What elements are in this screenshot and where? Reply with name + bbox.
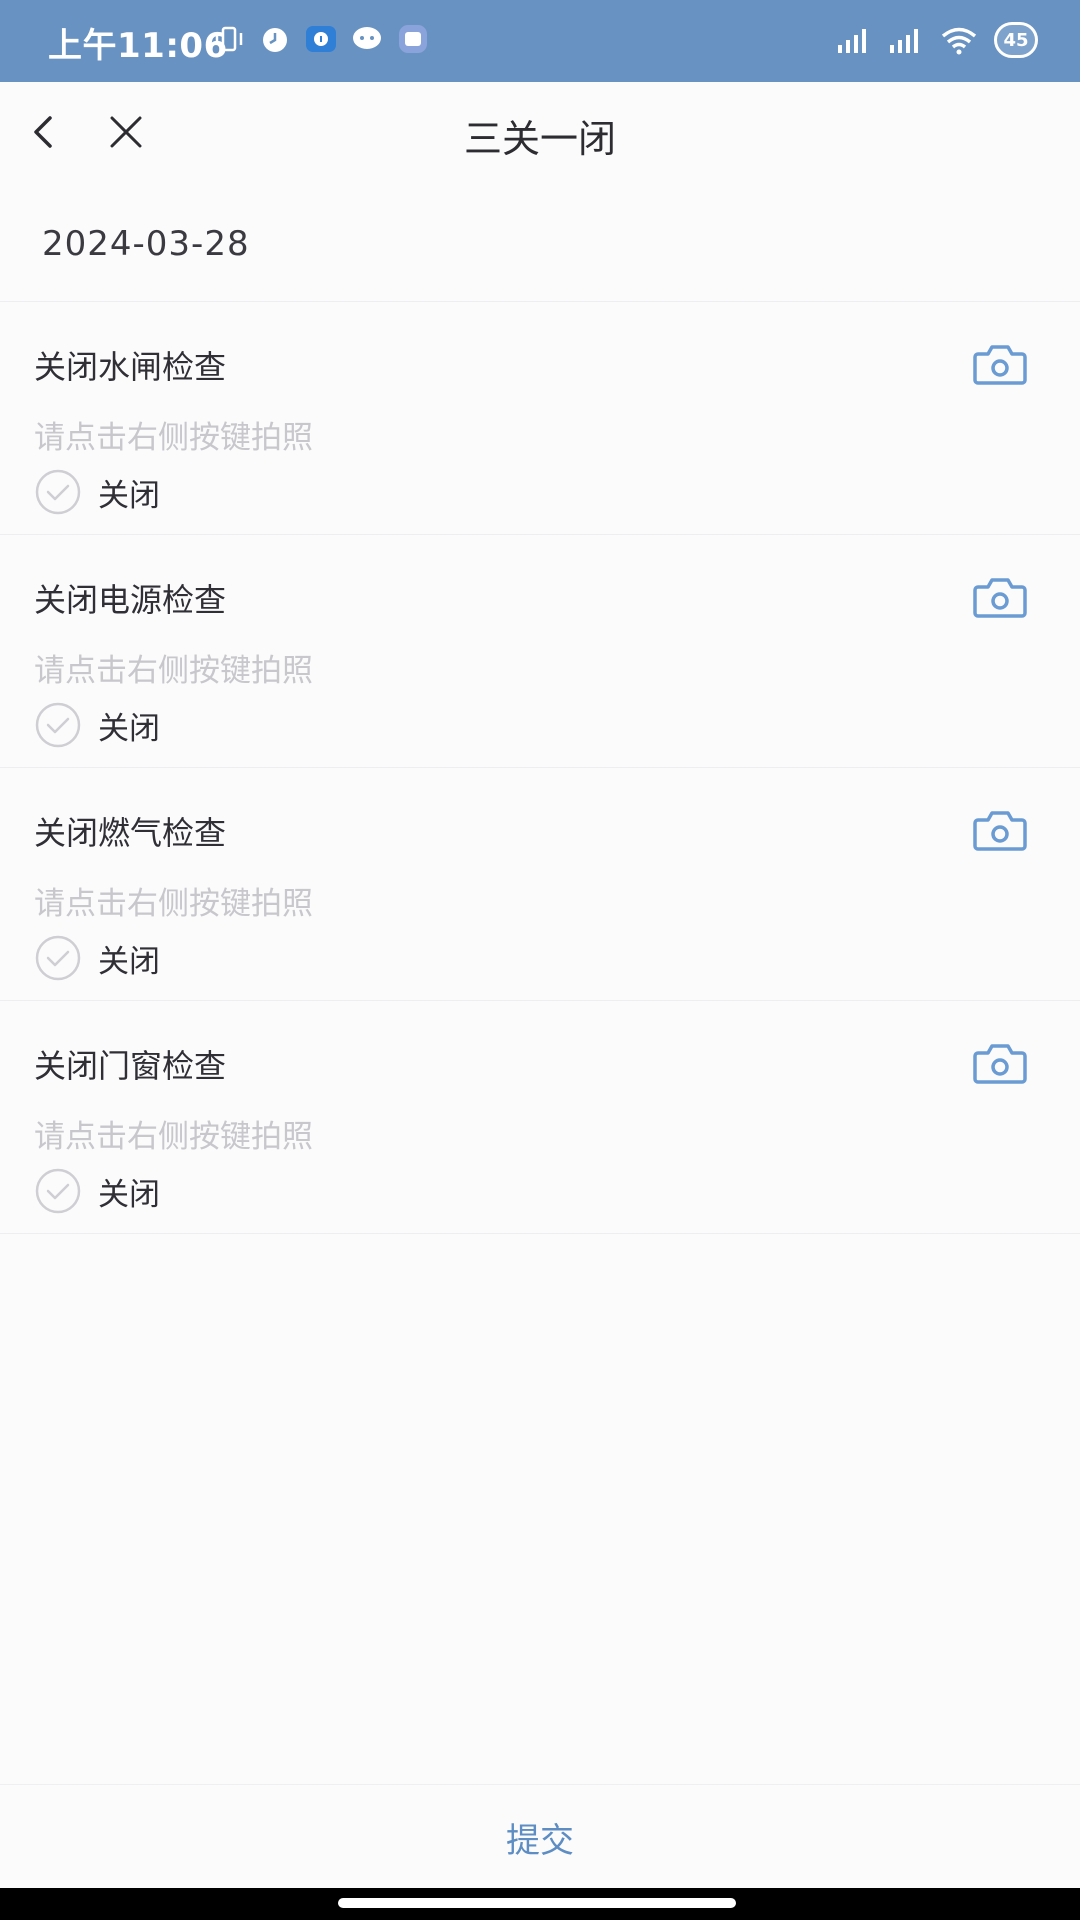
list-item: 关闭电源检查 请点击右侧按键拍照 关闭	[0, 535, 1080, 768]
status-right-icons: 45	[836, 22, 1038, 58]
signal-icon	[838, 29, 866, 53]
check-circle-icon	[35, 469, 81, 515]
battery-indicator: 45	[994, 22, 1038, 58]
list-item: 关闭燃气检查 请点击右侧按键拍照 关闭	[0, 768, 1080, 1001]
camera-icon[interactable]	[972, 808, 1028, 852]
status-left-icons	[212, 22, 430, 56]
page-title: 三关一闭	[463, 117, 616, 161]
home-indicator[interactable]	[338, 1898, 736, 1908]
status-time: 上午11:06	[48, 26, 228, 66]
item-title: 关闭门窗检查	[34, 1047, 227, 1085]
date-value: 2024-03-28	[42, 224, 250, 264]
footer-bar: 提交	[0, 1784, 1080, 1888]
battery-level: 45	[1003, 29, 1029, 51]
checkbox-label: 关闭	[98, 943, 160, 980]
app-notification-icon	[306, 26, 336, 52]
item-title: 关闭燃气检查	[34, 814, 227, 852]
item-title: 关闭电源检查	[34, 581, 227, 619]
check-circle-icon	[35, 1168, 81, 1214]
close-checkbox[interactable]: 关闭	[34, 468, 160, 516]
item-title: 关闭水闸检查	[34, 348, 227, 386]
close-checkbox[interactable]: 关闭	[34, 1167, 160, 1215]
alarm-icon	[263, 28, 287, 52]
gesture-bar	[0, 1888, 1080, 1920]
list-item: 关闭门窗检查 请点击右侧按键拍照 关闭	[0, 1001, 1080, 1234]
app-badge-icon	[399, 25, 427, 53]
close-checkbox[interactable]: 关闭	[34, 701, 160, 749]
status-bar: 上午11:06 45	[0, 0, 1080, 82]
date-row[interactable]: 2024-03-28	[0, 182, 1080, 302]
list-item: 关闭水闸检查 请点击右侧按键拍照 关闭	[0, 302, 1080, 535]
camera-icon[interactable]	[972, 575, 1028, 619]
photo-hint: 请点击右侧按键拍照	[34, 1119, 313, 1155]
signal-icon	[890, 29, 918, 53]
nav-bar: 三关一闭	[0, 82, 1080, 182]
camera-icon[interactable]	[972, 342, 1028, 386]
camera-icon[interactable]	[972, 1041, 1028, 1085]
checkbox-label: 关闭	[98, 1176, 160, 1213]
chat-icon	[353, 27, 381, 49]
photo-hint: 请点击右侧按键拍照	[34, 886, 313, 922]
photo-hint: 请点击右侧按键拍照	[34, 653, 313, 689]
vibrate-icon	[215, 26, 243, 52]
checkbox-label: 关闭	[98, 477, 160, 514]
photo-hint: 请点击右侧按键拍照	[34, 420, 313, 456]
check-circle-icon	[35, 935, 81, 981]
check-circle-icon	[35, 702, 81, 748]
checkbox-label: 关闭	[98, 710, 160, 747]
wifi-icon	[941, 27, 977, 55]
checklist: 关闭水闸检查 请点击右侧按键拍照 关闭 关闭电源检查 请点击右侧按键拍照 关闭	[0, 302, 1080, 1234]
close-checkbox[interactable]: 关闭	[34, 934, 160, 982]
submit-button[interactable]: 提交	[0, 1813, 1080, 1862]
